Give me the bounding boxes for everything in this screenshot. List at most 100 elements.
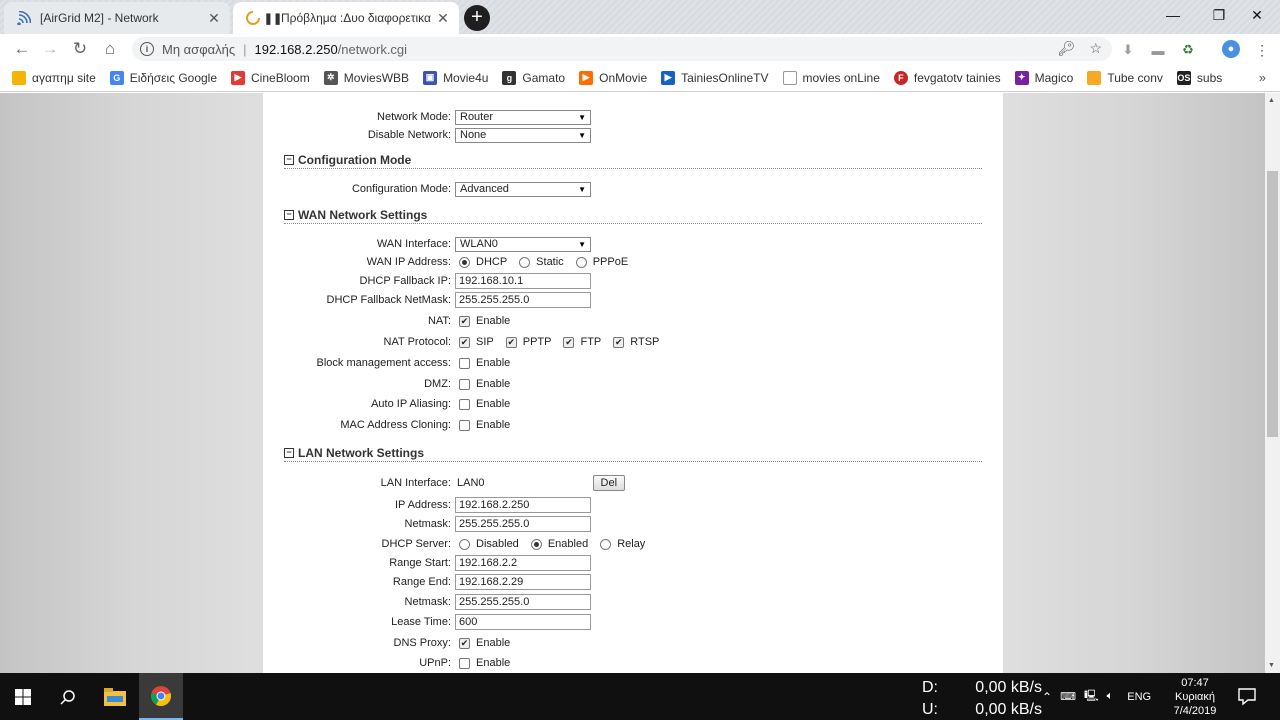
download-speed: 0,00 kB/s [975, 679, 1042, 696]
upnp-checkbox[interactable] [459, 657, 470, 669]
nat-checkbox[interactable]: ✔ [459, 315, 470, 327]
extension-icon[interactable]: ▬ [1150, 42, 1166, 58]
nat-row: NAT: ✔ Enable [263, 312, 1003, 330]
tab-close-icon[interactable]: ✕ [206, 10, 222, 26]
bookmark-label: Gamato [522, 70, 566, 85]
dhcp-fallback-ip-input[interactable]: 192.168.10.1 [455, 273, 591, 289]
windows-start-icon[interactable] [0, 673, 46, 720]
info-icon[interactable]: i [140, 42, 154, 56]
clock-time: 07:47 [1181, 677, 1209, 689]
menu-icon[interactable]: ⋮ [1254, 42, 1270, 58]
del-button[interactable]: Del [592, 475, 626, 491]
dmz-checkbox[interactable] [459, 378, 470, 390]
lan-section-header[interactable]: − LAN Network Settings [284, 444, 982, 462]
dhcp-netmask-input[interactable]: 255.255.255.0 [455, 594, 591, 610]
wan-interface-select[interactable]: WLAN0 ▼ [455, 236, 591, 252]
dhcp-enabled-radio[interactable] [530, 538, 542, 550]
scroll-up-icon[interactable]: ▲ [1268, 97, 1275, 104]
field-label: NAT: [427, 315, 451, 327]
range-end-input[interactable]: 192.168.2.29 [455, 574, 591, 590]
bookmark-item[interactable]: ✲ MoviesWBB [323, 70, 409, 85]
bookmark-item[interactable]: g Gamato [502, 70, 566, 85]
bookmark-item[interactable]: OS subs [1176, 70, 1222, 85]
network-mode-select[interactable]: Router ▼ [455, 109, 591, 125]
search-icon[interactable] [46, 673, 90, 720]
language-indicator[interactable]: ENG [1127, 691, 1151, 703]
bookmark-item[interactable]: movies onLine [782, 70, 880, 85]
range-start-input[interactable]: 192.168.2.2 [455, 555, 591, 571]
forward-arrow-icon[interactable]: → [38, 38, 62, 60]
nat-pptp-checkbox[interactable]: ✔ [505, 336, 517, 348]
bookmark-item[interactable]: ▣ Movie4u [423, 70, 488, 85]
gamato-icon: g [502, 70, 517, 85]
more-bookmarks-icon[interactable]: » [1259, 70, 1266, 85]
configuration-mode-select[interactable]: Advanced ▼ [455, 181, 591, 197]
collapse-icon[interactable]: − [284, 209, 294, 220]
radio-label: PPPoE [592, 256, 629, 268]
field-label: Configuration Mode: [351, 183, 451, 195]
scrollbar-thumb[interactable] [1267, 171, 1278, 437]
collapse-icon[interactable]: − [284, 447, 294, 458]
tab-problem-thread[interactable]: ❚❚ Πρόβλημα :Δυο διαφορετικα ✕ [233, 2, 459, 34]
file-explorer-icon[interactable] [93, 673, 137, 720]
dns-proxy-checkbox[interactable]: ✔ [459, 637, 470, 649]
nat-ftp-checkbox[interactable]: ✔ [563, 336, 575, 348]
collapse-icon[interactable]: − [284, 154, 294, 165]
chevron-up-icon[interactable]: ⌃ [1042, 690, 1052, 704]
configuration-mode-section-header[interactable]: − Configuration Mode [284, 151, 982, 169]
network-icon[interactable]: 🖳︎ [1084, 687, 1099, 706]
chrome-taskbar-icon[interactable] [139, 673, 183, 720]
field-label: Disable Network: [367, 129, 451, 141]
field-label: Range Start: [389, 557, 451, 569]
nat-rtsp-checkbox[interactable]: ✔ [613, 336, 625, 348]
tab-airgrid-network[interactable]: [AirGrid M2] - Network ✕ [4, 2, 230, 34]
disable-network-select[interactable]: None ▼ [455, 127, 591, 143]
bookmark-item[interactable]: ▶ CineBloom [231, 70, 310, 85]
dhcp-fallback-netmask-input[interactable]: 255.255.255.0 [455, 292, 591, 308]
key-icon[interactable]: 🔑︎ [1058, 40, 1076, 57]
wan-ip-pppoe-radio[interactable] [575, 256, 587, 268]
bookmark-item[interactable]: Ffevgatotv tainies [893, 70, 1001, 85]
bookmark-item[interactable]: ▶ OnMovie [579, 70, 647, 85]
upnp-row: UPnP: Enable [263, 654, 1003, 672]
mac-cloning-checkbox[interactable] [459, 419, 470, 431]
dhcp-disabled-radio[interactable] [459, 538, 470, 550]
block-management-checkbox[interactable] [459, 357, 470, 369]
mac-cloning-row: MAC Address Cloning: Enable [263, 416, 1003, 434]
home-icon[interactable]: ⌂ [98, 38, 122, 60]
close-window-icon[interactable]: ✕ [1234, 0, 1280, 30]
volume-icon[interactable]: 🔈︎ [1107, 690, 1114, 703]
wan-ip-dhcp-radio[interactable] [459, 256, 470, 268]
dhcp-relay-radio[interactable] [600, 538, 612, 550]
wan-ip-static-radio[interactable] [519, 256, 531, 268]
bookmark-item[interactable]: ✦ Magico [1014, 70, 1073, 85]
bookmark-item[interactable]: ▶ TainiesOnlineTV [661, 70, 769, 85]
download-icon[interactable]: ⬇ [1120, 42, 1136, 58]
reload-icon[interactable]: ↻ [68, 38, 92, 60]
back-arrow-icon[interactable]: ← [10, 38, 34, 60]
wan-section-header[interactable]: − WAN Network Settings [284, 206, 982, 224]
bookmark-item[interactable]: αγαπημ site [12, 70, 96, 85]
star-icon[interactable]: ☆ [1089, 40, 1102, 57]
clock[interactable]: 07:47 Κυριακή 7/4/2019 [1170, 676, 1220, 718]
auto-ip-aliasing-checkbox[interactable] [459, 398, 470, 410]
folder-icon [12, 70, 26, 85]
nat-sip-checkbox[interactable]: ✔ [459, 336, 470, 348]
notification-icon[interactable] [1236, 685, 1258, 707]
dhcp-fallback-netmask-row: DHCP Fallback NetMask: 255.255.255.0 [263, 291, 1003, 309]
profile-avatar-icon[interactable]: ● [1222, 40, 1240, 58]
recycle-icon[interactable]: ♻ [1180, 42, 1196, 58]
bookmark-item[interactable]: Tube conv [1087, 70, 1163, 85]
minimize-icon[interactable]: — [1150, 0, 1196, 30]
scroll-down-icon[interactable]: ▼ [1268, 662, 1275, 669]
page-scrollbar[interactable]: ▲ ▼ [1265, 93, 1280, 673]
lease-time-input[interactable]: 600 [455, 614, 591, 630]
input-method-icon[interactable]: ⌨ [1060, 690, 1076, 703]
ip-address-input[interactable]: 192.168.2.250 [455, 497, 591, 513]
netmask-input[interactable]: 255.255.255.0 [455, 516, 591, 532]
address-bar[interactable]: i Μη ασφαλής | 192.168.2.250 /network.cg… [132, 37, 1112, 61]
bookmark-item[interactable]: G Ειδήσεις Google [109, 70, 217, 85]
tab-strip: [AirGrid M2] - Network ✕ ❚❚ Πρόβλημα :Δυ… [0, 0, 1280, 34]
tab-close-icon[interactable]: ✕ [435, 10, 451, 26]
new-tab-button[interactable]: + [464, 5, 490, 31]
